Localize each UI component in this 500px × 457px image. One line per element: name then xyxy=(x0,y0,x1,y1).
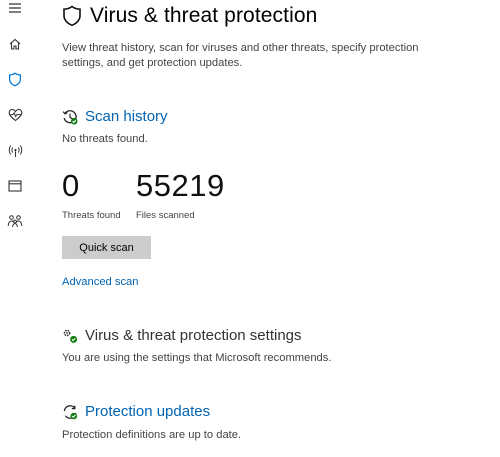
page-title: Virus & threat protection xyxy=(90,4,318,27)
protection-settings-title: Virus & threat protection settings xyxy=(85,327,302,344)
protection-settings-header: Virus & threat protection settings xyxy=(62,327,302,344)
wireless-antenna-icon[interactable] xyxy=(4,140,26,162)
settings-gears-icon xyxy=(63,329,78,343)
protection-updates-link[interactable]: Protection updates xyxy=(85,403,210,420)
family-icon[interactable] xyxy=(4,210,26,232)
advanced-scan-link[interactable]: Advanced scan xyxy=(62,276,139,288)
browser-window-icon[interactable] xyxy=(4,175,26,197)
page-header: Virus & threat protection xyxy=(62,4,317,28)
shield-icon[interactable] xyxy=(4,68,26,90)
threats-found-stat: 0 Threats found xyxy=(62,168,121,221)
heart-pulse-icon[interactable] xyxy=(4,104,26,126)
page-description: View threat history, scan for viruses an… xyxy=(62,42,419,69)
hamburger-menu-icon[interactable] xyxy=(4,0,26,19)
files-scanned-value: 55219 xyxy=(136,168,225,203)
protection-updates-header: Protection updates xyxy=(62,403,210,420)
protection-settings-status: You are using the settings that Microsof… xyxy=(62,352,332,364)
refresh-icon xyxy=(63,404,78,419)
scan-history-link[interactable]: Scan history xyxy=(85,108,168,125)
scan-history-header: Scan history xyxy=(62,108,168,125)
protection-updates-status: Protection definitions are up to date. xyxy=(62,429,242,441)
home-icon[interactable] xyxy=(4,33,26,55)
navigation-rail xyxy=(0,0,30,457)
scan-history-status: No threats found. xyxy=(62,133,148,145)
scan-history-icon xyxy=(62,109,78,124)
shield-icon xyxy=(63,5,81,27)
files-scanned-stat: 55219 Files scanned xyxy=(136,168,225,221)
files-scanned-label: Files scanned xyxy=(136,210,195,221)
threats-found-value: 0 xyxy=(62,168,80,203)
threats-found-label: Threats found xyxy=(62,210,121,221)
quick-scan-button[interactable]: Quick scan xyxy=(62,236,151,259)
